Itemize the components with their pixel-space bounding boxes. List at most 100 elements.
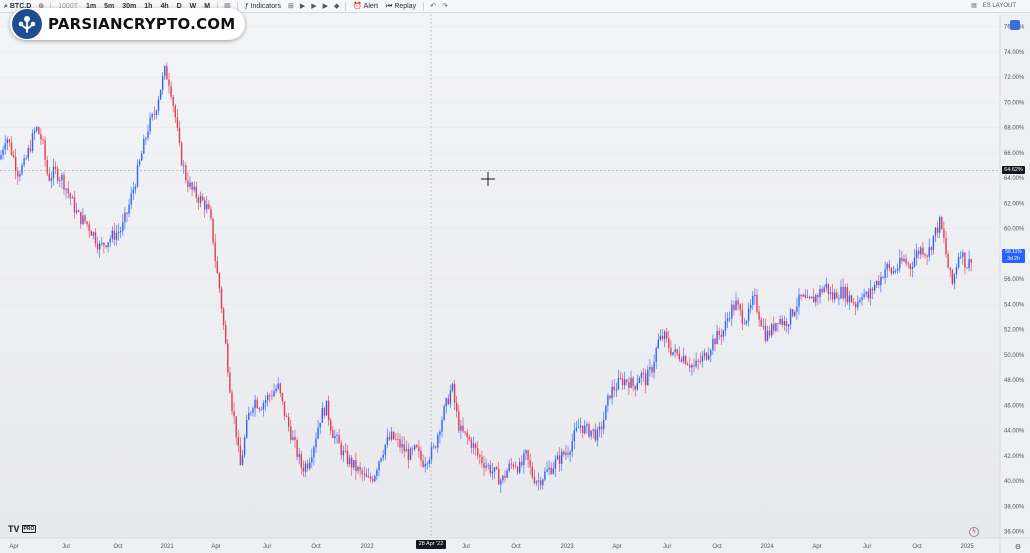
candle-body bbox=[157, 99, 160, 111]
candle-body bbox=[344, 450, 347, 452]
candle-body bbox=[437, 435, 439, 448]
candle-body bbox=[684, 356, 687, 365]
candle-body bbox=[651, 367, 653, 373]
candle-body bbox=[231, 392, 233, 412]
candle-body bbox=[617, 378, 620, 390]
candle-body bbox=[645, 373, 647, 386]
candle-body bbox=[351, 457, 353, 468]
candle-body bbox=[248, 413, 250, 421]
price-chart[interactable]: 76.00%74.00%72.00%70.00%68.00%66.00%64.0… bbox=[0, 14, 1030, 553]
candle-body bbox=[386, 437, 389, 445]
candle-body bbox=[846, 287, 848, 303]
candle-body bbox=[970, 259, 972, 263]
play-icon-1[interactable]: ▶ bbox=[297, 2, 308, 10]
candle-body bbox=[103, 242, 105, 246]
redo-icon[interactable]: ↷ bbox=[439, 2, 451, 10]
layout-menu-icon[interactable]: ▤ bbox=[971, 0, 977, 13]
candle-body bbox=[447, 398, 449, 405]
alert-icon[interactable]: ◆ bbox=[331, 2, 342, 10]
candle-body bbox=[52, 166, 55, 179]
candle-body bbox=[313, 447, 315, 458]
candle-body bbox=[439, 431, 441, 436]
candle-body bbox=[155, 110, 158, 115]
settings-gear-icon[interactable]: ⚙ bbox=[1015, 543, 1021, 551]
candle-body bbox=[605, 405, 607, 421]
candle-body bbox=[607, 395, 609, 406]
candle-body bbox=[61, 174, 63, 181]
trading-chart-app: ⌕ BTC.D ⊕ 1000T 1m 5m 30m 1h 4h D W M ▥ … bbox=[0, 0, 1030, 553]
candle-body bbox=[23, 158, 25, 166]
time-tick-label: Apr bbox=[812, 544, 821, 550]
play-icon-2[interactable]: ▶ bbox=[308, 2, 319, 10]
candle-body bbox=[663, 331, 666, 340]
templates-icon[interactable]: ⊞ bbox=[285, 2, 297, 10]
plot-area[interactable] bbox=[0, 14, 1000, 538]
candle-body bbox=[323, 408, 326, 416]
replay-button[interactable]: ⏮ Replay bbox=[382, 0, 420, 13]
grid bbox=[0, 26, 1000, 532]
candle-body bbox=[59, 180, 61, 181]
candle-body bbox=[905, 258, 907, 264]
candle-body bbox=[668, 338, 670, 348]
price-tick-label: 68.00% bbox=[1004, 126, 1025, 132]
candle-body bbox=[888, 263, 890, 269]
candle-body bbox=[603, 420, 605, 430]
candle-body bbox=[204, 200, 206, 210]
candle-body bbox=[222, 308, 225, 325]
candle-body bbox=[38, 126, 40, 135]
candle-body bbox=[653, 362, 655, 373]
candle-body bbox=[699, 361, 701, 362]
candle-body bbox=[819, 288, 821, 298]
candle-body bbox=[544, 471, 546, 480]
candle-body bbox=[962, 252, 964, 257]
candle-body bbox=[279, 383, 281, 393]
candle-body bbox=[388, 437, 391, 440]
play-icon-3[interactable]: ▶ bbox=[320, 2, 331, 10]
candle-body bbox=[159, 89, 162, 100]
candle-body bbox=[63, 174, 65, 190]
flag-icon[interactable] bbox=[1010, 20, 1020, 30]
candle-body bbox=[693, 365, 695, 367]
candle-body bbox=[792, 309, 794, 316]
candle-body bbox=[754, 294, 756, 296]
candle-body bbox=[865, 291, 867, 294]
price-tick-label: 48.00% bbox=[1004, 378, 1025, 384]
candle-body bbox=[416, 445, 418, 448]
candle-body bbox=[737, 300, 739, 305]
candle-body bbox=[577, 427, 580, 429]
candle-body bbox=[48, 173, 50, 181]
candle-body bbox=[409, 448, 412, 460]
candle-body bbox=[630, 377, 632, 388]
undo-icon[interactable]: ↶ bbox=[427, 2, 439, 10]
lightning-icon[interactable]: ϟ bbox=[969, 527, 979, 537]
candle-body bbox=[871, 288, 874, 291]
price-tick-label: 36.00% bbox=[1004, 530, 1025, 536]
candle-body bbox=[90, 231, 92, 236]
candle-body bbox=[817, 295, 819, 298]
candle-body bbox=[556, 455, 559, 460]
candle-body bbox=[94, 232, 97, 244]
alert-button[interactable]: ⏰ Alert bbox=[349, 0, 382, 13]
candle-body bbox=[586, 424, 588, 426]
candle-body bbox=[71, 197, 74, 199]
time-tick-label: Jul bbox=[62, 544, 70, 550]
indicators-button[interactable]: ƒ Indicators bbox=[241, 0, 285, 13]
candle-body bbox=[567, 452, 569, 455]
candle-body bbox=[525, 450, 527, 454]
layout-name[interactable]: ES LAYOUT bbox=[983, 0, 1016, 13]
candle-body bbox=[821, 288, 823, 293]
candle-body bbox=[113, 230, 116, 240]
price-tick-label: 62.00% bbox=[1004, 201, 1025, 207]
candle-body bbox=[802, 294, 804, 297]
candle-body bbox=[2, 149, 4, 156]
candle-body bbox=[796, 306, 798, 312]
candle-body bbox=[174, 105, 176, 118]
candle-body bbox=[254, 399, 256, 409]
candle-body bbox=[598, 426, 601, 430]
candle-body bbox=[892, 270, 895, 274]
candle-body bbox=[428, 459, 431, 464]
candle-body bbox=[945, 238, 947, 255]
candle-body bbox=[519, 461, 521, 473]
candle-body bbox=[953, 274, 956, 284]
candle-body bbox=[340, 443, 342, 456]
